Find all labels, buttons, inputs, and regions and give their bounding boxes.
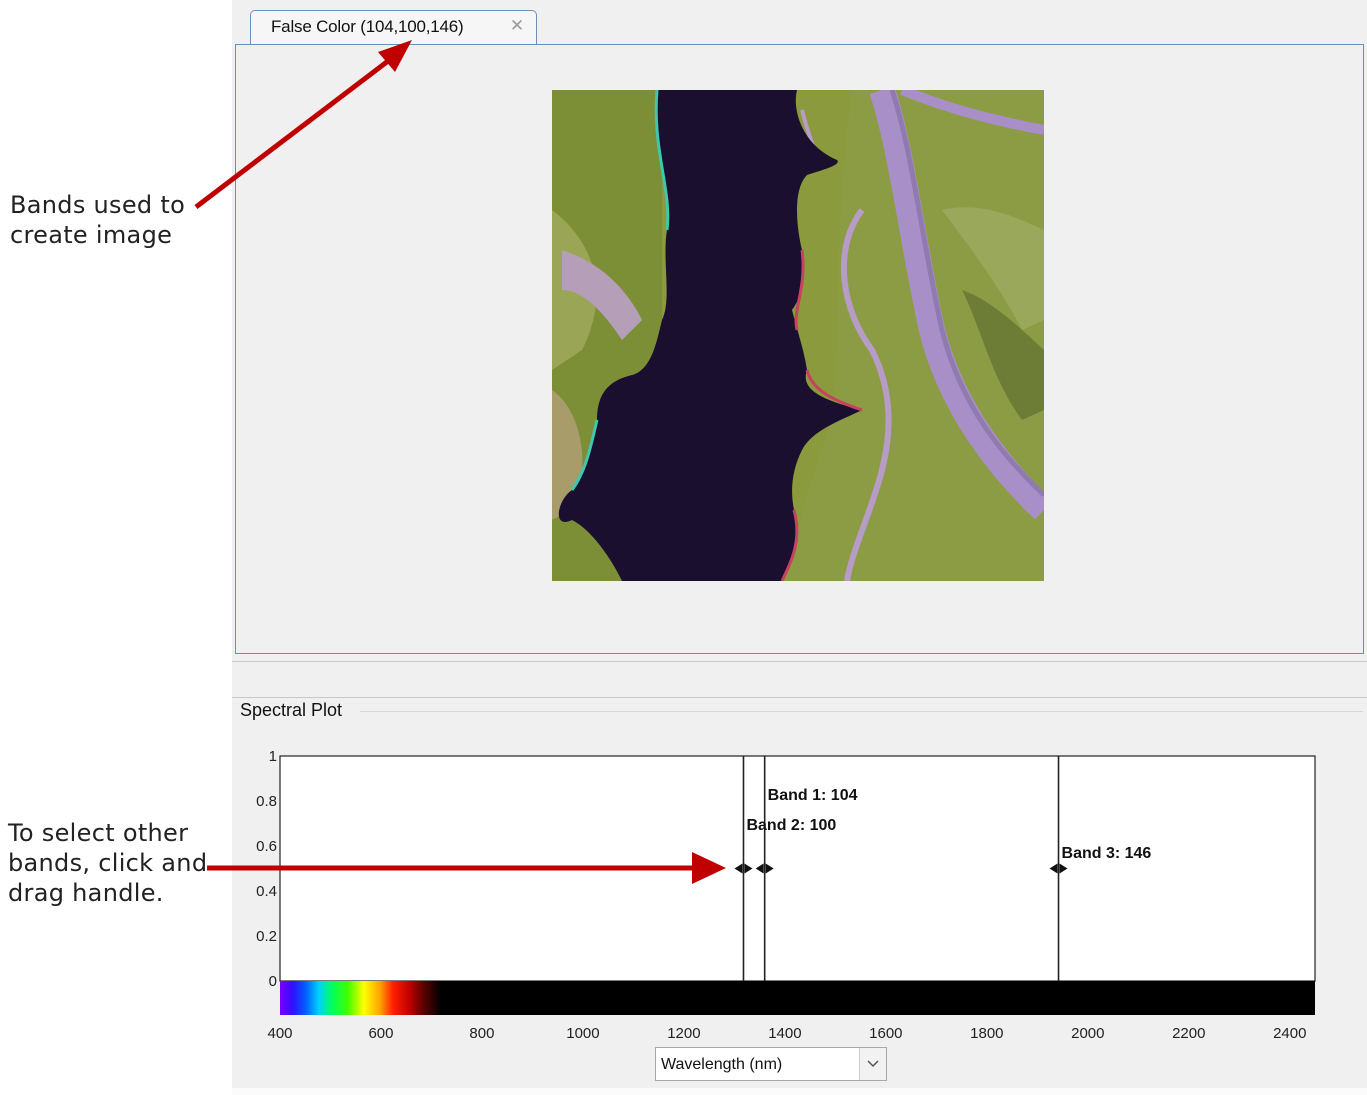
- annotation-select-line1: To select other: [8, 819, 189, 847]
- band-marker-label: Band 3: 146: [1062, 845, 1152, 862]
- false-color-image: [552, 85, 1053, 582]
- band-marker-label: Band 1: 104: [768, 787, 858, 804]
- status-strip: [232, 1088, 1367, 1095]
- x-tick-label: 400: [267, 1025, 292, 1042]
- x-tick-label: 1600: [869, 1025, 902, 1042]
- wavelength-units-selected: Wavelength (nm): [661, 1056, 783, 1073]
- annotation-bands: Bands used to create image: [10, 190, 185, 250]
- x-tick-label: 1400: [768, 1025, 801, 1042]
- spectral-plot-title: Spectral Plot: [240, 700, 347, 721]
- wavelength-units-select[interactable]: Wavelength (nm): [655, 1047, 887, 1081]
- spectrum-bar-visible: [280, 981, 442, 1015]
- false-color-image-graphic: [552, 85, 1053, 582]
- x-tick-label: 2200: [1172, 1025, 1205, 1042]
- chevron-down-icon: [867, 1060, 879, 1068]
- y-tick-label: 0.8: [256, 793, 277, 810]
- spectral-plot-frame: [360, 711, 1363, 712]
- x-tick-label: 2000: [1071, 1025, 1104, 1042]
- x-tick-label: 600: [368, 1025, 393, 1042]
- y-tick-label: 0.6: [256, 838, 277, 855]
- band-marker-label: Band 2: 100: [746, 817, 836, 834]
- x-tick-label: 1000: [566, 1025, 599, 1042]
- dropdown-button[interactable]: [859, 1048, 886, 1080]
- annotation-select: To select other bands, click and drag ha…: [8, 818, 207, 908]
- y-tick-label: 0.4: [256, 883, 277, 900]
- close-icon[interactable]: ✕: [508, 17, 526, 35]
- x-tick-label: 1800: [970, 1025, 1003, 1042]
- x-tick-label: 2400: [1273, 1025, 1306, 1042]
- annotation-select-line2: bands, click and: [8, 849, 208, 877]
- panel-divider-2: [232, 697, 1367, 698]
- tab-label: False Color (104,100,146): [271, 17, 464, 36]
- annotation-bands-line2: create image: [10, 221, 173, 249]
- tab-false-color[interactable]: False Color (104,100,146) ✕: [250, 10, 537, 44]
- panel-divider[interactable]: [232, 661, 1367, 662]
- annotation-select-line3: drag handle.: [8, 879, 164, 907]
- x-tick-label: 800: [469, 1025, 494, 1042]
- y-tick-label: 0: [269, 973, 277, 990]
- y-tick-label: 1: [269, 748, 277, 765]
- y-tick-label: 0.2: [256, 928, 277, 945]
- x-tick-label: 1200: [667, 1025, 700, 1042]
- annotation-bands-line1: Bands used to: [10, 191, 186, 219]
- spectral-plot-chart[interactable]: 00.20.40.60.81400 600 800 1000 1200 1400 1600 1…: [232, 740, 1342, 1045]
